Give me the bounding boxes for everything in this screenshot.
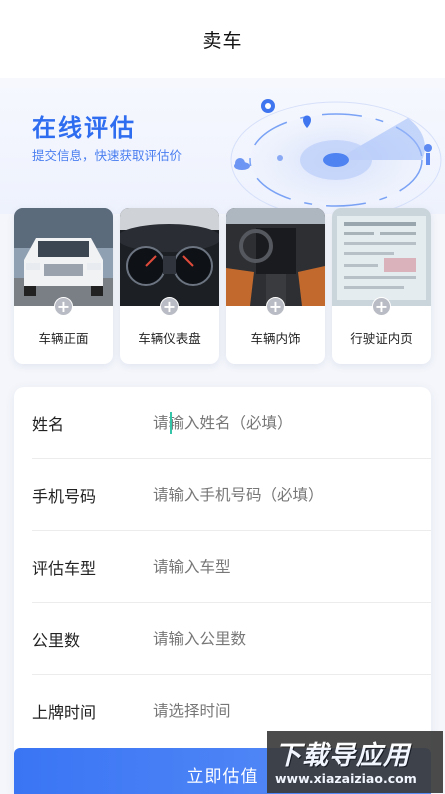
photo-label: 车辆内饰 bbox=[250, 331, 301, 346]
photo-label: 车辆仪表盘 bbox=[138, 331, 201, 346]
photo-label: 车辆正面 bbox=[38, 331, 89, 346]
name-label: 姓名 bbox=[32, 414, 65, 434]
reg-date-label: 上牌时间 bbox=[32, 703, 97, 722]
nav-bar: 卖车 bbox=[0, 0, 445, 78]
hero-subtitle: 提交信息，快速获取评估价 bbox=[32, 148, 183, 163]
model-input[interactable] bbox=[153, 546, 431, 587]
photo-card-license[interactable]: + 行驶证内页 bbox=[332, 208, 431, 364]
text-cursor bbox=[170, 412, 172, 434]
form-row-model: 评估车型 bbox=[32, 531, 431, 603]
add-photo-icon[interactable]: + bbox=[160, 297, 179, 316]
photo-card-dashboard[interactable]: + 车辆仪表盘 bbox=[120, 208, 219, 364]
photo-label: 行驶证内页 bbox=[350, 331, 413, 346]
dashboard-photo bbox=[120, 208, 219, 306]
license-photo bbox=[332, 208, 431, 306]
interior-photo bbox=[226, 208, 325, 306]
phone-input[interactable] bbox=[153, 474, 431, 515]
page-title: 卖车 bbox=[202, 29, 243, 52]
photo-card-interior[interactable]: + 车辆内饰 bbox=[226, 208, 325, 364]
mileage-input[interactable] bbox=[153, 618, 431, 659]
name-input[interactable] bbox=[153, 402, 431, 443]
hero-title: 在线评估 bbox=[32, 114, 136, 142]
add-photo-icon[interactable]: + bbox=[372, 297, 391, 316]
add-photo-icon[interactable]: + bbox=[54, 297, 73, 316]
reg-date-picker[interactable] bbox=[153, 691, 431, 731]
form-row-name: 姓名 bbox=[32, 387, 431, 459]
photo-upload-row: + 车辆正面 + 车辆仪表盘 + 车辆内饰 + 行驶证内页 bbox=[14, 208, 431, 364]
form-row-mileage: 公里数 bbox=[32, 603, 431, 675]
site-watermark: 下载导应用 www.xiazaiziao.com bbox=[267, 731, 443, 793]
watermark-url: www.xiazaiziao.com bbox=[275, 771, 417, 786]
car-front-photo bbox=[14, 208, 113, 306]
photo-card-front[interactable]: + 车辆正面 bbox=[14, 208, 113, 364]
mileage-label: 公里数 bbox=[32, 630, 81, 650]
add-photo-icon[interactable]: + bbox=[266, 297, 285, 316]
hero-banner: 在线评估 提交信息，快速获取评估价 bbox=[0, 78, 445, 214]
form-row-phone: 手机号码 bbox=[32, 459, 431, 531]
phone-label: 手机号码 bbox=[32, 486, 97, 506]
model-label: 评估车型 bbox=[32, 558, 97, 578]
radar-illustration bbox=[230, 99, 442, 214]
watermark-logo-text: 下载导应用 bbox=[275, 741, 411, 771]
